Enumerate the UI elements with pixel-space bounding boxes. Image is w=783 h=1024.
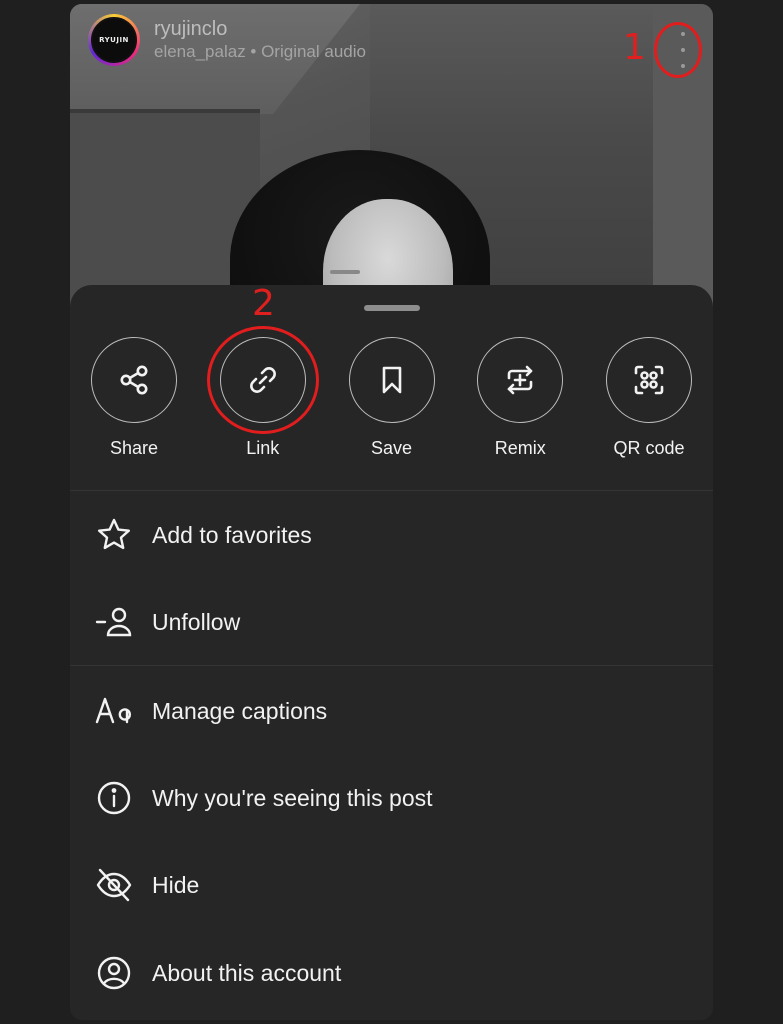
reel-meta: ryujinclo elena_palaz • Original audio [154, 17, 366, 63]
share-button-circle[interactable] [91, 337, 177, 423]
remix-button[interactable]: Remix [476, 337, 564, 459]
avatar[interactable]: RYUJIN [88, 14, 140, 66]
share-icon [120, 365, 148, 395]
save-button-circle[interactable] [348, 337, 435, 423]
remix-icon [507, 365, 533, 395]
menu-item-about-account[interactable]: About this account [94, 947, 689, 999]
reel-header: RYUJIN ryujinclo elena_palaz • Original … [88, 14, 366, 66]
menu-item-unfollow[interactable]: Unfollow [94, 596, 689, 648]
menu-item-manage-captions[interactable]: Manage captions [94, 685, 689, 737]
save-label: Save [370, 438, 413, 458]
menu-label-about-account: About this account [152, 960, 342, 986]
share-button[interactable]: Share [90, 337, 178, 459]
screen: RYUJIN ryujinclo elena_palaz • Original … [0, 0, 783, 1024]
eye-off-icon [96, 868, 132, 902]
annotation-step-1: 1 [623, 27, 646, 68]
divider [70, 665, 713, 666]
divider [70, 490, 713, 491]
qr-code-label: QR code [613, 438, 685, 458]
avatar-logo: RYUJIN [91, 17, 137, 63]
menu-label-add-to-favorites: Add to favorites [152, 522, 312, 548]
menu-label-unfollow: Unfollow [152, 609, 241, 635]
qr-code-icon [634, 365, 664, 395]
remix-label: Remix [494, 438, 546, 458]
share-label: Share [109, 438, 159, 458]
bookmark-icon [382, 366, 401, 394]
options-bottom-sheet: Share Link Save Remix QR code Add to fav… [70, 285, 713, 1020]
annotation-circle-link [207, 326, 319, 434]
unfollow-icon [95, 607, 132, 637]
annotation-step-2: 2 [252, 283, 275, 324]
qr-code-button[interactable]: QR code [605, 337, 693, 459]
menu-label-why-seeing-post: Why you're seeing this post [152, 785, 433, 811]
account-icon [97, 956, 131, 990]
menu-item-why-seeing-post[interactable]: Why you're seeing this post [94, 772, 689, 824]
qr-code-button-circle[interactable] [606, 337, 692, 423]
menu-label-hide: Hide [152, 872, 200, 898]
link-label: Link [246, 438, 280, 458]
menu-item-add-to-favorites[interactable]: Add to favorites [94, 509, 689, 561]
share-actions-row: Share Link Save Remix QR code [90, 337, 693, 459]
menu-item-hide[interactable]: Hide [94, 859, 689, 911]
sheet-drag-handle[interactable] [364, 305, 420, 311]
save-button[interactable]: Save [348, 337, 436, 459]
star-icon [98, 518, 130, 550]
captions-icon [95, 697, 131, 724]
info-icon [97, 781, 131, 815]
reel-audio-subtitle[interactable]: elena_palaz • Original audio [154, 41, 366, 63]
menu-label-manage-captions: Manage captions [152, 698, 328, 724]
annotation-circle-more-options [654, 22, 702, 78]
remix-button-circle[interactable] [477, 337, 564, 423]
reel-username[interactable]: ryujinclo [154, 17, 366, 41]
